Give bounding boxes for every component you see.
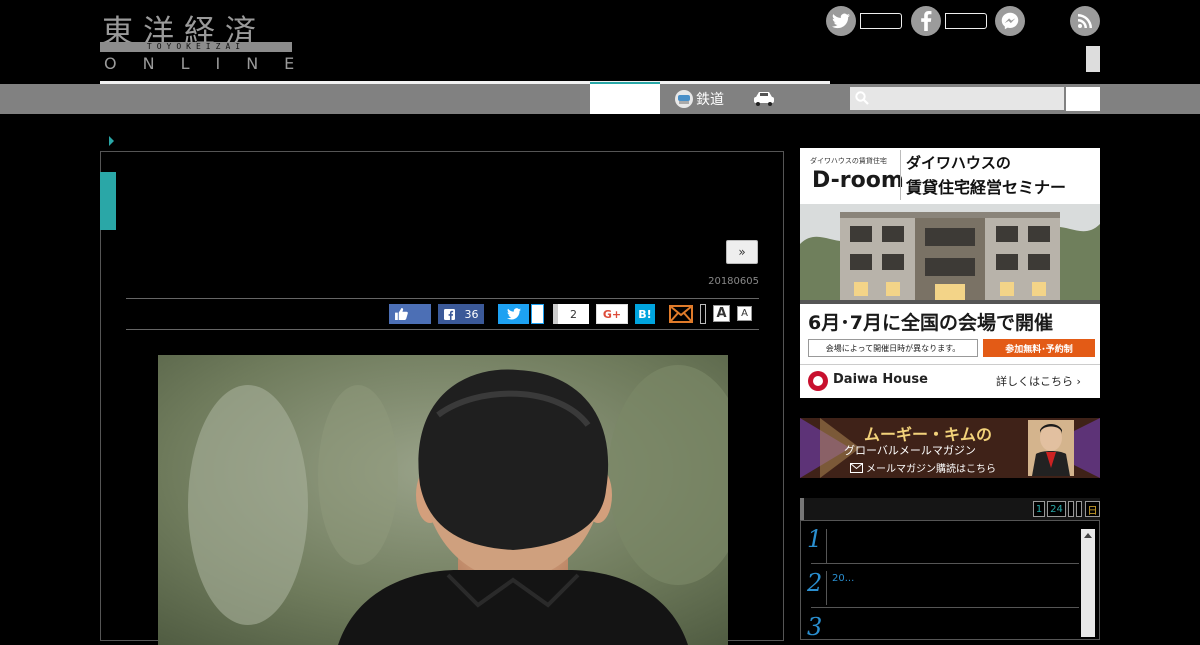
logo-online: ONLINE: [104, 54, 321, 73]
ad1-company: Daiwa House: [833, 372, 928, 387]
facebook-count-box: [945, 13, 987, 29]
facebook-share-count: 36: [464, 307, 479, 321]
twitter-count-box: [860, 13, 902, 29]
messenger-icon: [1001, 12, 1019, 30]
hatena-bookmark-button[interactable]: B!: [635, 304, 655, 324]
ranking-separator: [811, 607, 1079, 608]
ranking-scrollbar[interactable]: [1081, 529, 1095, 637]
ad1-tagline: ダイワハウスの賃貸住宅: [810, 157, 887, 165]
facebook-icon: [921, 11, 932, 31]
ranking-number: 3: [807, 613, 823, 641]
twitter-share-icon: [506, 308, 521, 320]
pocket-count-bubble[interactable]: 2: [553, 304, 589, 324]
rss-icon: [1078, 14, 1092, 28]
scroll-up-arrow-icon[interactable]: [1084, 533, 1092, 538]
facebook-share-button[interactable]: 36: [438, 304, 484, 324]
article-photo: [158, 355, 728, 645]
ranking-number: 2: [807, 569, 823, 597]
breadcrumb-arrow-icon: [109, 136, 114, 146]
twitter-count-bubble: [531, 304, 544, 324]
print-button[interactable]: [700, 304, 706, 324]
ranking-number: 1: [807, 525, 823, 553]
ranking-separator: [811, 563, 1079, 564]
apartment-building-illustration: [800, 204, 1100, 304]
ranking-tab-1[interactable]: 1: [1033, 501, 1045, 517]
twitter-share-button[interactable]: [498, 304, 529, 324]
site-logo[interactable]: 東洋経済 TOYOKEIZAI ONLINE: [100, 6, 295, 73]
ad2-subtitle: グローバルメールマガジン: [844, 444, 976, 457]
ranking-tab-4[interactable]: [1076, 501, 1082, 517]
mail-icon: [669, 305, 693, 323]
ranking-list: 1 2 20... 3: [800, 520, 1100, 641]
ranking-tab-day[interactable]: 日: [1085, 501, 1100, 517]
search-icon: [855, 91, 869, 105]
like-button[interactable]: [389, 304, 431, 324]
ranking-tab-3[interactable]: [1068, 501, 1074, 517]
nav-tab-tetsudo[interactable]: 鉄道: [660, 84, 745, 114]
pocket-count: 2: [570, 307, 577, 321]
article-title-marker: [100, 172, 116, 230]
ad2-cta[interactable]: メールマガジン購読はこちら: [850, 460, 996, 475]
ad2-cta-label: メールマガジン購読はこちら: [866, 464, 996, 475]
twitter-follow-button[interactable]: [826, 6, 856, 36]
article-date: 20180605: [708, 276, 759, 287]
ad1-more-link[interactable]: 詳しくはこちら ›: [996, 373, 1081, 389]
search-input[interactable]: [850, 87, 1064, 110]
twitter-icon: [832, 13, 850, 29]
font-size-large-button[interactable]: A: [713, 305, 730, 322]
ranking-tab-24[interactable]: 24: [1047, 501, 1066, 517]
ranking-item-2-text[interactable]: 20...: [832, 573, 854, 584]
ad1-brand: D-room: [812, 168, 904, 193]
ad1-cta-badge: 参加無料･予約制: [983, 339, 1095, 357]
thumbs-up-icon: [395, 308, 408, 320]
daiwa-house-ad[interactable]: ダイワハウスの賃貸住宅 D-room ダイワハウスの 賃貸住宅経営セミナー 6月…: [800, 148, 1100, 398]
facebook-like-button[interactable]: [911, 6, 941, 36]
man-back-photo: [158, 355, 728, 645]
ad1-note: 会場によって開催日時が異なります。: [808, 339, 978, 357]
ranking-item-3[interactable]: 3: [807, 613, 822, 641]
divider: [126, 329, 759, 330]
ranking-item-2[interactable]: 2: [807, 569, 822, 597]
ranking-item-1[interactable]: 1: [807, 525, 822, 553]
facebook-share-icon: [443, 308, 455, 320]
envelope-icon: [850, 462, 863, 473]
ranking-divider: [826, 571, 827, 605]
divider: [126, 298, 759, 299]
messenger-share-button[interactable]: [995, 6, 1025, 36]
ranking-divider: [826, 529, 827, 563]
train-icon: [675, 90, 693, 108]
mugi-kim-mailmag-ad[interactable]: ムーギー・キムの グローバルメールマガジン メールマガジン購読はこちら: [800, 418, 1100, 478]
rss-button[interactable]: [1070, 6, 1100, 36]
google-plus-button[interactable]: G+: [596, 304, 628, 324]
nav-tab-auto[interactable]: [752, 89, 776, 111]
font-size-small-button[interactable]: A: [737, 306, 752, 321]
header-menu-toggle[interactable]: [1086, 46, 1100, 72]
ad1-headline-1: ダイワハウスの: [906, 154, 1011, 172]
nav-tab-active[interactable]: [590, 82, 660, 114]
daiwa-logo-icon: [808, 371, 828, 391]
logo-romaji: TOYOKEIZAI: [146, 42, 246, 51]
car-icon: [754, 92, 774, 106]
search-button[interactable]: [1066, 87, 1100, 111]
ad1-headline-2: 賃貸住宅経営セミナー: [906, 178, 1067, 197]
next-page-button[interactable]: »: [726, 240, 758, 264]
ad1-banner: 6月･7月に全国の会場で開催: [808, 312, 1053, 334]
mail-share-button[interactable]: [668, 304, 694, 324]
nav-tab-tetsudo-label: 鉄道: [696, 92, 724, 108]
